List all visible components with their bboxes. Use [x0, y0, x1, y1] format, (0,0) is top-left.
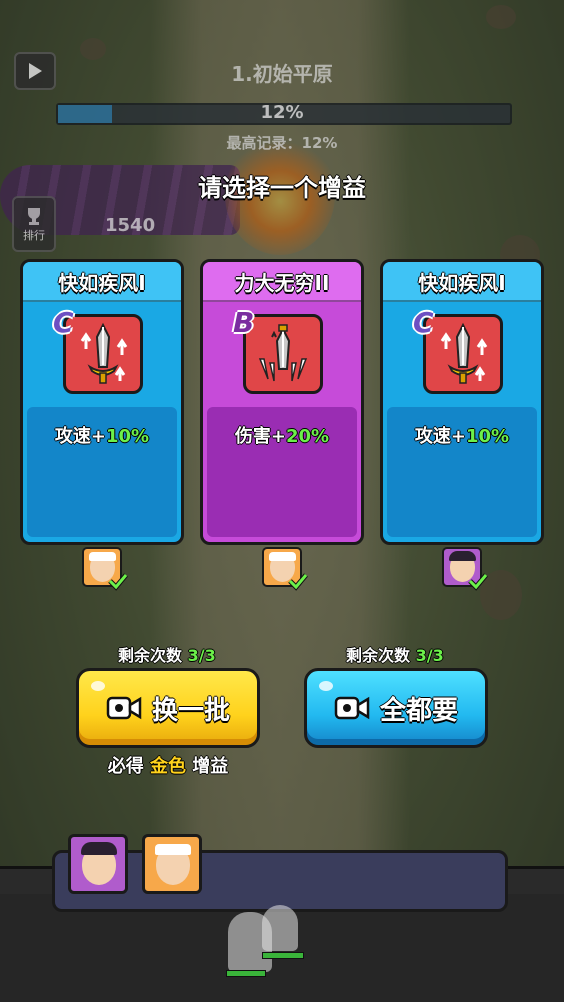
- team-hero-elder[interactable]: [142, 834, 202, 894]
- grade-badge: C: [413, 306, 434, 339]
- team-hero-scholar[interactable]: [68, 834, 128, 894]
- hp-bar: [226, 970, 266, 977]
- grade-badge: C: [53, 306, 74, 339]
- check-icon: [288, 573, 308, 591]
- card-description: 伤害+20%: [203, 422, 361, 448]
- trophy-icon: [28, 208, 40, 225]
- counter-value: 3/3: [187, 646, 216, 665]
- take-all-remaining: 剩余次数 3/3: [346, 642, 444, 666]
- buff-card-1[interactable]: 快如疾风I C 攻速+10%: [20, 259, 184, 545]
- select-buff-prompt: 请选择一个增益: [198, 174, 366, 202]
- card-title: 快如疾风I: [23, 262, 181, 302]
- level-title: 1.初始平原: [231, 62, 333, 86]
- guarantee-highlight: 金色: [150, 756, 186, 777]
- sword-speed-icon: [423, 314, 503, 394]
- hero-hat: [89, 552, 116, 561]
- hp-bar: [262, 952, 304, 959]
- progress-text: 12%: [260, 102, 304, 123]
- sword-power-icon: [243, 314, 323, 394]
- check-icon: [468, 573, 488, 591]
- video-icon: [334, 696, 370, 720]
- card-description: 攻速+10%: [383, 422, 541, 448]
- counter-label: 剩余次数: [118, 646, 183, 665]
- guarantee-suffix: 增益: [192, 756, 229, 777]
- refresh-remaining: 剩余次数 3/3: [118, 642, 216, 666]
- hero-badge-elder: [262, 547, 308, 591]
- hero-hat: [269, 552, 296, 561]
- refresh-button[interactable]: 换一批: [76, 668, 260, 748]
- hero-badge-scholar: [442, 547, 488, 591]
- card-description: 攻速+10%: [23, 422, 181, 448]
- hero-hat: [155, 844, 191, 855]
- rank-button[interactable]: 排行: [12, 196, 56, 252]
- take-all-label: 全都要: [379, 695, 458, 726]
- guarantee-text: 必得 金色 增益: [0, 752, 336, 778]
- stat-value: 10%: [466, 426, 510, 447]
- hero-hat: [449, 551, 476, 561]
- video-icon: [106, 696, 142, 720]
- hero-hat: [81, 842, 117, 855]
- counter-value: 3/3: [415, 646, 444, 665]
- rank-label: 排行: [23, 229, 45, 242]
- grade-badge: B: [233, 306, 255, 339]
- stat-label: 攻速+: [414, 426, 466, 447]
- buff-card-3[interactable]: 快如疾风I C 攻速+10%: [380, 259, 544, 545]
- stat-value: 20%: [286, 426, 330, 447]
- take-all-button[interactable]: 全都要: [304, 668, 488, 748]
- card-title: 快如疾风I: [383, 262, 541, 302]
- counter-label: 剩余次数: [346, 646, 411, 665]
- refresh-label: 换一批: [151, 695, 230, 726]
- hero-sprite: [262, 905, 298, 951]
- button-shine: [319, 681, 333, 691]
- score: 1540: [105, 215, 156, 236]
- sword-speed-icon: [63, 314, 143, 394]
- check-icon: [108, 573, 128, 591]
- stat-label: 伤害+: [234, 426, 286, 447]
- best-record: 最高记录：12%: [226, 134, 338, 152]
- guarantee-prefix: 必得: [107, 756, 144, 777]
- stat-value: 10%: [106, 426, 150, 447]
- button-shine: [91, 681, 105, 691]
- buff-card-2[interactable]: 力大无穷II B 伤害+20%: [200, 259, 364, 545]
- hero-badge-elder: [82, 547, 128, 591]
- stat-label: 攻速+: [54, 426, 106, 447]
- card-title: 力大无穷II: [203, 262, 361, 302]
